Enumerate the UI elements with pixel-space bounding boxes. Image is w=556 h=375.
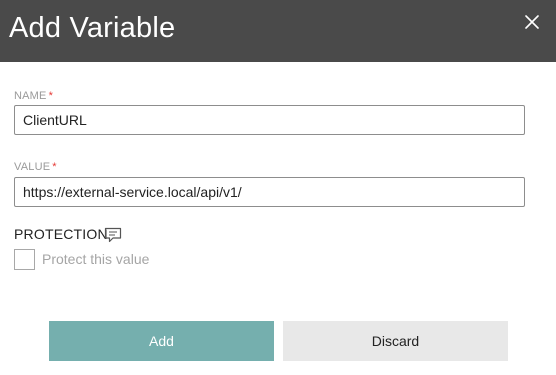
value-field-label: VALUE * bbox=[14, 161, 57, 173]
dialog-title: Add Variable bbox=[9, 12, 176, 44]
close-icon bbox=[525, 15, 539, 29]
value-label-text: VALUE bbox=[14, 161, 51, 173]
add-variable-dialog: Add Variable NAME* VALUE* PROTECTION Pro… bbox=[0, 0, 556, 375]
protection-label: PROTECTION bbox=[14, 226, 108, 242]
value-required-mark: * bbox=[52, 161, 57, 173]
protect-value-label[interactable]: Protect this value bbox=[42, 251, 149, 267]
discard-button[interactable]: Discard bbox=[283, 321, 508, 361]
protect-value-checkbox[interactable] bbox=[14, 249, 35, 270]
value-input[interactable] bbox=[14, 177, 525, 207]
add-button[interactable]: Add bbox=[49, 321, 274, 361]
name-input[interactable] bbox=[14, 105, 525, 135]
dialog-header: Add Variable bbox=[0, 0, 556, 62]
name-field-label: NAME * bbox=[14, 90, 53, 102]
name-required-mark: * bbox=[48, 90, 54, 102]
name-label-text: NAME bbox=[14, 90, 47, 102]
comment-icon[interactable] bbox=[104, 227, 122, 243]
close-button[interactable] bbox=[518, 8, 546, 36]
